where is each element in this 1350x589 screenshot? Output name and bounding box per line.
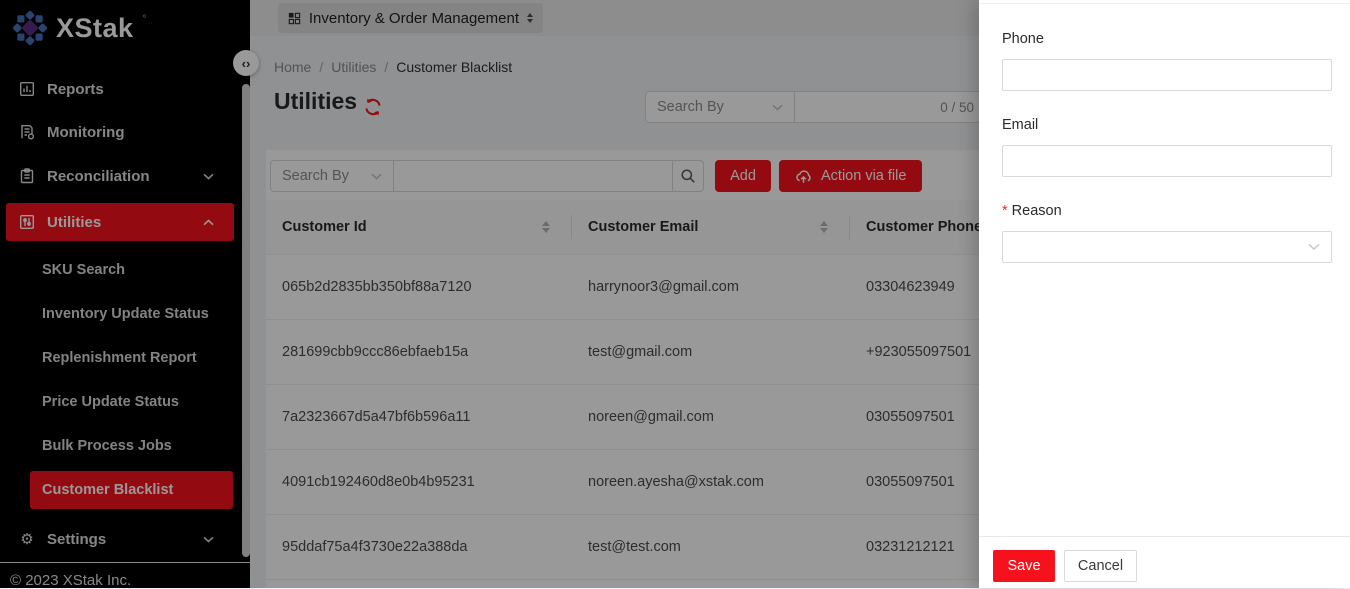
- reason-field-label: *Reason: [1002, 203, 1062, 219]
- phone-field-label: Phone: [1002, 31, 1044, 47]
- email-field-label: Email: [1002, 117, 1038, 133]
- chevron-down-icon: [1308, 243, 1320, 251]
- required-asterisk: *: [1002, 203, 1008, 219]
- drawer-divider: [979, 3, 1350, 4]
- add-blacklist-drawer: Phone Email *Reason Save Cancel: [979, 0, 1350, 588]
- email-field[interactable]: [1002, 145, 1332, 177]
- reason-label-text: Reason: [1012, 203, 1062, 219]
- reason-select[interactable]: [1002, 231, 1332, 263]
- save-button[interactable]: Save: [993, 550, 1055, 582]
- cancel-button[interactable]: Cancel: [1064, 550, 1137, 582]
- phone-field[interactable]: [1002, 59, 1332, 91]
- drawer-footer: Save Cancel: [979, 536, 1350, 588]
